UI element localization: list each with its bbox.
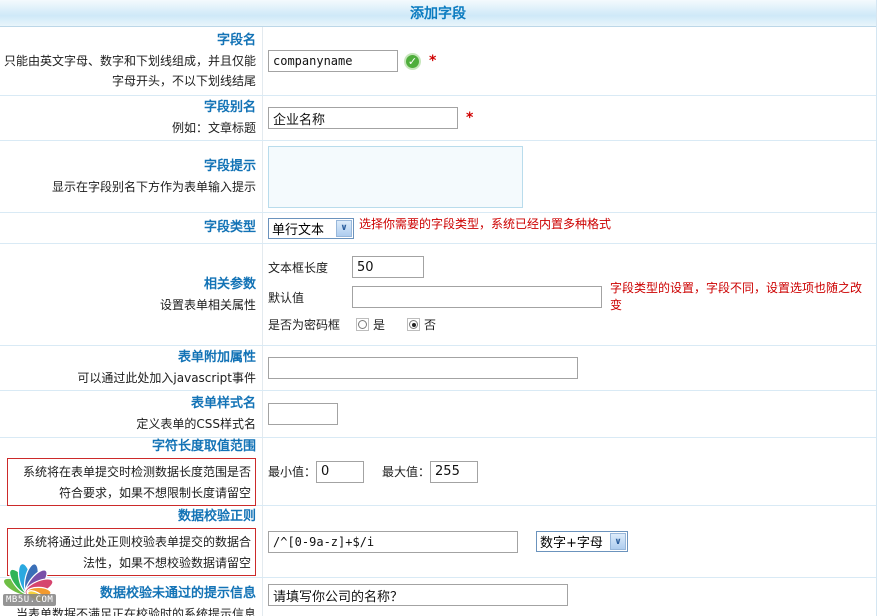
field-type-selected-value: 单行文本 (269, 219, 327, 238)
password-yes-label: 是 (373, 316, 385, 333)
field-name-label: 字段名 (217, 31, 256, 51)
length-range-label: 字符长度取值范围 (152, 437, 256, 457)
related-params-hint: 字段类型的设置，字段不同，设置选项也随之改变 (610, 280, 862, 314)
add-field-form-page: 添加字段 字段名 只能由英文字母、数字和下划线组成，并且仅能字母开头，不以下划线… (0, 0, 877, 616)
form-class-label-cell: 表单样式名 定义表单的CSS样式名 (0, 391, 263, 437)
textbox-length-label: 文本框长度 (268, 259, 352, 276)
row-field-tip: 字段提示 显示在字段别名下方作为表单输入提示 (0, 140, 876, 212)
chevron-down-icon[interactable]: ∨ (336, 220, 352, 237)
radio-circle (358, 320, 367, 329)
error-msg-input-cell (263, 578, 876, 616)
row-related-params: 相关参数 设置表单相关属性 文本框长度 默认值 是否为密码框 是 否 字段类型的… (0, 243, 876, 345)
row-error-msg: 数据校验未通过的提示信息 当表单数据不满足正在校验时的系统提示信息 (0, 577, 876, 616)
field-tip-input-cell (263, 141, 876, 212)
default-value-line: 默认值 (268, 286, 602, 308)
regex-label: 数据校验正则 (178, 507, 256, 527)
length-range-label-cell: 字符长度取值范围 系统将在表单提交时检测数据长度范围是否符合要求，如果不想限制长… (0, 438, 263, 505)
field-alias-label-cell: 字段别名 例如：文章标题 (0, 96, 263, 140)
regex-preset-selected-value: 数字+字母 (537, 532, 606, 551)
required-asterisk: * (466, 110, 473, 126)
row-length-range: 字符长度取值范围 系统将在表单提交时检测数据长度范围是否符合要求，如果不想限制长… (0, 437, 876, 505)
form-class-input-cell (263, 391, 876, 437)
row-form-class: 表单样式名 定义表单的CSS样式名 (0, 390, 876, 437)
length-range-input-cell: 最小值： 最大值： (263, 438, 876, 505)
regex-input-cell: 数字+字母 ∨ (263, 506, 876, 577)
length-range-desc: 系统将在表单提交时检测数据长度范围是否符合要求，如果不想限制长度请留空 (23, 465, 251, 500)
field-type-input-cell: 单行文本 ∨ 选择你需要的字段类型，系统已经内置多种格式 (263, 213, 876, 243)
mb5u-watermark-text: MB5U.COM (3, 594, 56, 606)
required-asterisk: * (429, 53, 436, 69)
field-alias-label: 字段别名 (204, 98, 256, 118)
password-toggle-label: 是否为密码框 (268, 316, 352, 333)
min-value-input[interactable] (316, 461, 364, 483)
valid-check-icon: ✓ (404, 53, 421, 70)
row-field-alias: 字段别名 例如：文章标题 * (0, 95, 876, 140)
page-title: 添加字段 (410, 3, 466, 23)
form-class-label: 表单样式名 (191, 394, 256, 414)
mb5u-logo-fan-icon (2, 556, 62, 616)
textbox-length-line: 文本框长度 (268, 256, 424, 278)
max-value-input[interactable] (430, 461, 478, 483)
row-field-type: 字段类型 单行文本 ∨ 选择你需要的字段类型，系统已经内置多种格式 (0, 212, 876, 243)
field-name-label-cell: 字段名 只能由英文字母、数字和下划线组成，并且仅能字母开头，不以下划线结尾 (0, 27, 263, 95)
max-value-label: 最大值： (382, 463, 430, 480)
default-value-label: 默认值 (268, 289, 352, 306)
form-class-input[interactable] (268, 403, 338, 425)
related-params-input-cell: 文本框长度 默认值 是否为密码框 是 否 字段类型的设置，字段不同，设置选项也随… (263, 244, 876, 345)
field-name-input[interactable] (268, 50, 398, 72)
regex-input[interactable] (268, 531, 518, 553)
form-attr-input[interactable] (268, 357, 578, 379)
row-regex: 数据校验正则 系统将通过此处正则校验表单提交的数据合法性，如果不想校验数据请留空… (0, 505, 876, 577)
error-msg-input[interactable] (268, 584, 568, 606)
form-attr-label-cell: 表单附加属性 可以通过此处加入javascript事件 (0, 346, 263, 390)
field-tip-label: 字段提示 (204, 157, 256, 177)
radio-circle (409, 320, 418, 329)
field-alias-input-cell: * (263, 96, 876, 140)
mb5u-logo: MB5U.COM (2, 556, 62, 616)
form-class-desc: 定义表单的CSS样式名 (136, 414, 256, 434)
related-params-desc: 设置表单相关属性 (160, 295, 256, 315)
form-attr-label: 表单附加属性 (178, 348, 256, 368)
field-tip-desc: 显示在字段别名下方作为表单输入提示 (52, 177, 256, 197)
field-alias-input[interactable] (268, 107, 458, 129)
field-name-input-cell: ✓ * (263, 27, 876, 95)
password-yes-radio[interactable] (356, 318, 369, 331)
related-params-label-cell: 相关参数 设置表单相关属性 (0, 244, 263, 345)
password-toggle-line: 是否为密码框 是 否 (268, 316, 436, 333)
field-type-label-cell: 字段类型 (0, 213, 263, 243)
min-value-label: 最小值： (268, 463, 316, 480)
field-tip-textarea[interactable] (268, 146, 523, 208)
chevron-down-icon[interactable]: ∨ (610, 533, 626, 550)
length-range-alert-box: 系统将在表单提交时检测数据长度范围是否符合要求，如果不想限制长度请留空 (7, 458, 256, 506)
field-tip-label-cell: 字段提示 显示在字段别名下方作为表单输入提示 (0, 141, 263, 212)
form-attr-desc: 可以通过此处加入javascript事件 (77, 368, 256, 388)
form-title-bar: 添加字段 (0, 0, 876, 27)
error-msg-label: 数据校验未通过的提示信息 (100, 584, 256, 604)
default-value-input[interactable] (352, 286, 602, 308)
row-form-attr: 表单附加属性 可以通过此处加入javascript事件 (0, 345, 876, 390)
field-type-hint: 选择你需要的字段类型，系统已经内置多种格式 (359, 216, 611, 233)
related-params-label: 相关参数 (204, 275, 256, 295)
textbox-length-input[interactable] (352, 256, 424, 278)
form-attr-input-cell (263, 346, 876, 390)
row-field-name: 字段名 只能由英文字母、数字和下划线组成，并且仅能字母开头，不以下划线结尾 ✓ … (0, 27, 876, 95)
field-alias-desc: 例如：文章标题 (172, 118, 256, 138)
field-type-label: 字段类型 (204, 218, 256, 238)
field-type-select[interactable]: 单行文本 ∨ (268, 218, 354, 239)
password-no-radio[interactable] (407, 318, 420, 331)
field-name-desc: 只能由英文字母、数字和下划线组成，并且仅能字母开头，不以下划线结尾 (4, 51, 256, 91)
regex-preset-select[interactable]: 数字+字母 ∨ (536, 531, 628, 552)
password-no-label: 否 (424, 316, 436, 333)
